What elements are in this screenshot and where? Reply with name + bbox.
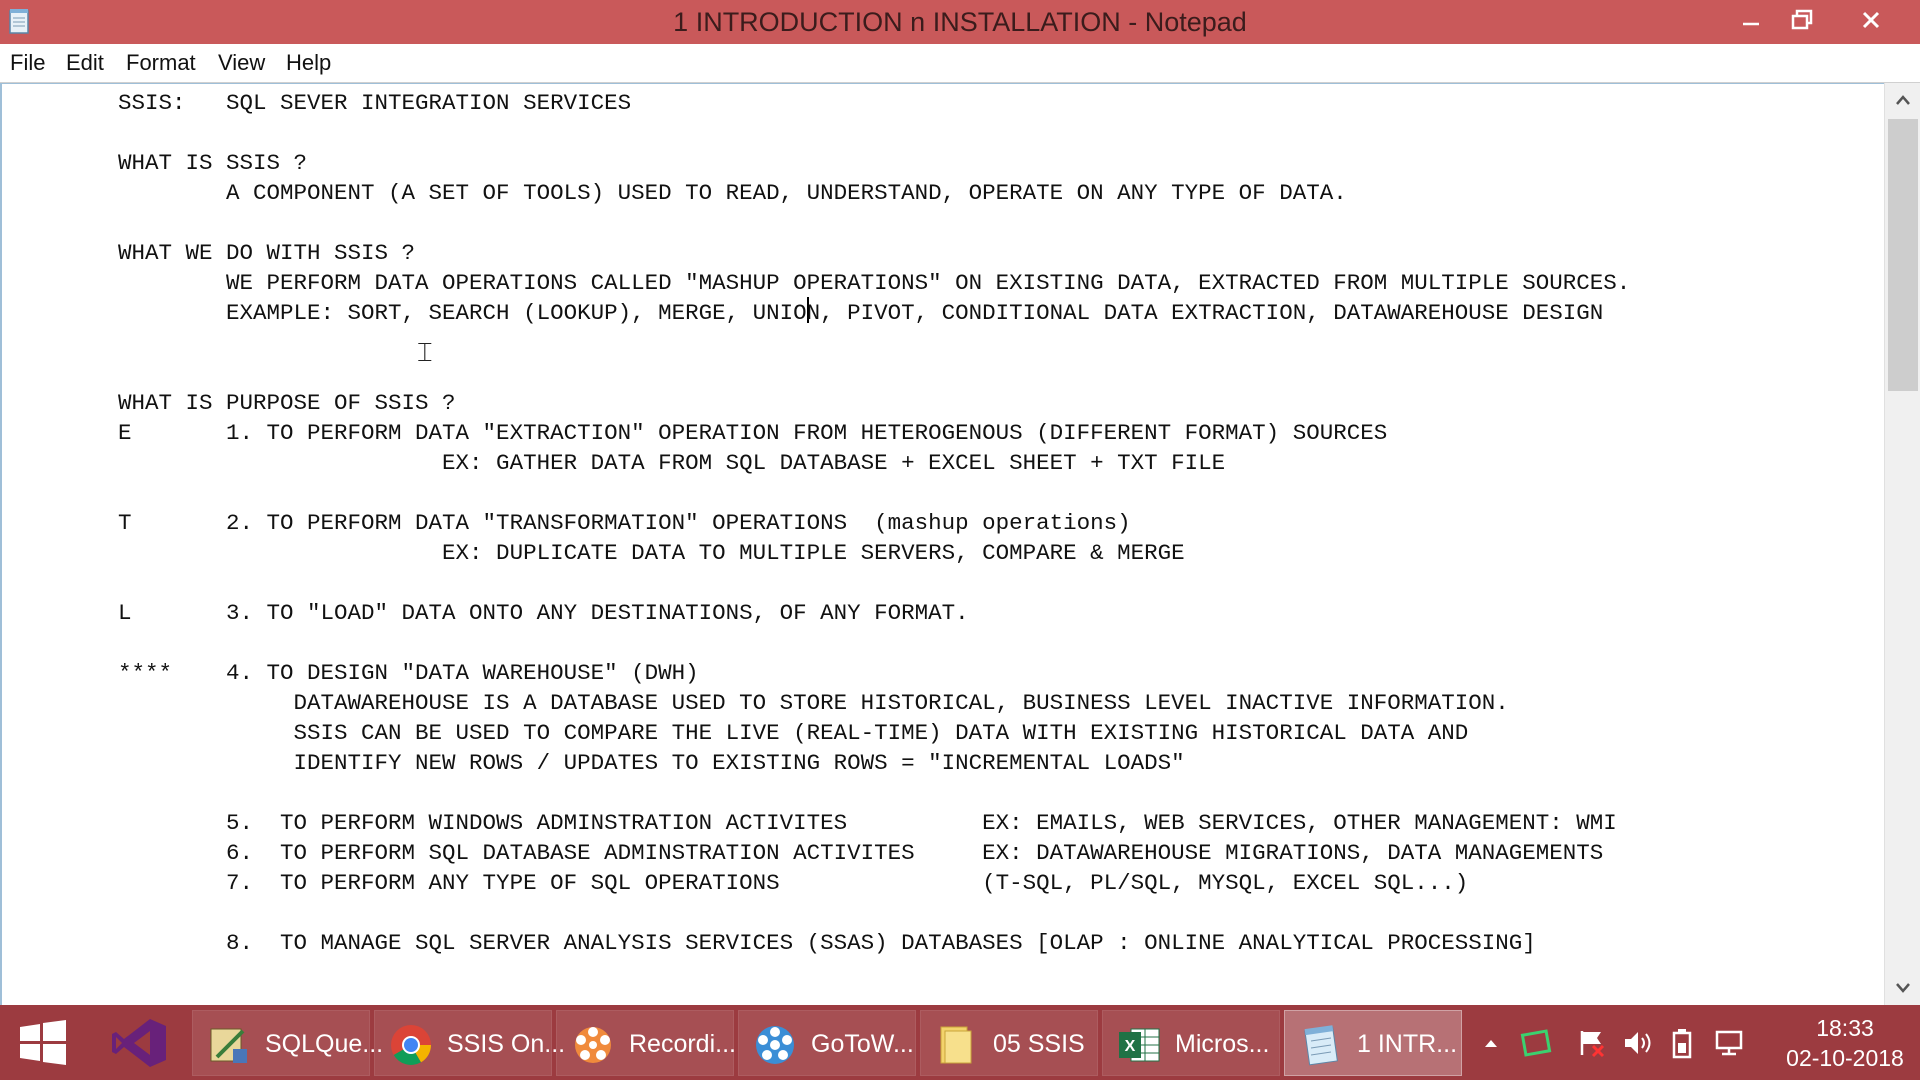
sql-query-icon xyxy=(210,1028,247,1063)
menu-view[interactable]: View xyxy=(216,44,267,82)
document-line: A COMPONENT (A SET OF TOOLS) USED TO REA… xyxy=(118,180,1347,206)
taskbar-item-recording[interactable]: Recordi... xyxy=(556,1010,736,1076)
menu-help[interactable]: Help xyxy=(284,44,333,82)
notepad-icon xyxy=(1304,1025,1338,1066)
document-line: WHAT WE DO WITH SSIS ? xyxy=(118,240,416,266)
visual-studio-icon xyxy=(112,1019,166,1067)
taskbar-item-chrome[interactable]: SSIS On... xyxy=(374,1010,565,1076)
taskbar-item-gotowebinar[interactable]: GoToW... xyxy=(738,1010,916,1076)
taskbar-label: GoToW... xyxy=(811,1030,914,1058)
clock-date: 02-10-2018 xyxy=(1786,1045,1904,1071)
taskbar-label: Recordi... xyxy=(629,1030,736,1058)
taskbar-label: 1 INTR... xyxy=(1357,1030,1458,1058)
taskbar-label: SSIS On... xyxy=(447,1030,566,1058)
power-button[interactable] xyxy=(1664,1005,1704,1080)
document-line: WHAT IS SSIS ? xyxy=(118,150,308,176)
restore-icon xyxy=(1791,9,1813,30)
document-line: EX: GATHER DATA FROM SQL DATABASE + EXCE… xyxy=(118,450,1226,476)
menu-file[interactable]: File xyxy=(8,44,47,82)
chevron-down-icon xyxy=(1896,983,1910,993)
taskbar-clock[interactable]: 18:33 02-10-2018 xyxy=(1780,1013,1910,1073)
taskbar-item-folder[interactable]: 05 SSIS xyxy=(920,1010,1098,1076)
menu-format[interactable]: Format xyxy=(124,44,198,82)
network-icon xyxy=(1715,1030,1743,1055)
document-text[interactable]: SSIS: SQL SEVER INTEGRATION SERVICES WHA… xyxy=(118,88,1630,958)
document-line: 8. TO MANAGE SQL SERVER ANALYSIS SERVICE… xyxy=(118,930,1536,956)
taskbar-item-sql-query[interactable]: SQLQue... xyxy=(192,1010,383,1076)
scroll-down-button[interactable] xyxy=(1885,971,1920,1005)
document-line: EX: DUPLICATE DATA TO MULTIPLE SERVERS, … xyxy=(118,540,1185,566)
chevron-up-icon xyxy=(1485,1039,1497,1047)
scrollbar-thumb[interactable] xyxy=(1888,119,1918,391)
document-line: 6. TO PERFORM SQL DATABASE ADMINSTRATION… xyxy=(118,840,1604,866)
tray-app-button[interactable] xyxy=(1516,1005,1556,1080)
chevron-up-icon xyxy=(1896,95,1910,105)
recording-icon xyxy=(575,1027,611,1063)
start-button[interactable] xyxy=(14,1019,72,1067)
text-editor[interactable]: SSIS: SQL SEVER INTEGRATION SERVICES WHA… xyxy=(0,83,1886,1006)
taskbar-label: Micros... xyxy=(1175,1030,1270,1058)
minimize-button[interactable] xyxy=(1728,0,1774,40)
document-line: DATAWAREHOUSE IS A DATABASE USED TO STOR… xyxy=(118,690,1509,716)
windows-logo-icon xyxy=(20,1020,66,1065)
document-line: SSIS: SQL SEVER INTEGRATION SERVICES xyxy=(118,90,632,116)
document-line: **** 4. TO DESIGN "DATA WAREHOUSE" (DWH) xyxy=(118,660,699,686)
folder-icon xyxy=(940,1026,972,1064)
text-caret xyxy=(807,297,809,323)
taskbar: SQLQue... SSIS On... Recordi... GoToW...… xyxy=(0,1005,1920,1080)
close-button[interactable] xyxy=(1848,0,1894,40)
chrome-icon xyxy=(391,1025,431,1065)
document-line: L 3. TO "LOAD" DATA ONTO ANY DESTINATION… xyxy=(118,600,969,626)
menu-edit[interactable]: Edit xyxy=(64,44,106,82)
volume-button[interactable] xyxy=(1618,1005,1658,1080)
window-title: 1 INTRODUCTION n INSTALLATION - Notepad xyxy=(673,7,1247,37)
taskbar-item-notepad[interactable]: 1 INTR... xyxy=(1284,1010,1462,1076)
camtasia-tray-icon xyxy=(1520,1028,1552,1057)
clock-time: 18:33 xyxy=(1816,1015,1874,1041)
scroll-up-button[interactable] xyxy=(1885,83,1920,117)
taskbar-label: 05 SSIS xyxy=(993,1030,1085,1058)
close-icon xyxy=(1862,11,1880,29)
svg-text:X: X xyxy=(1125,1038,1136,1055)
document-line: T 2. TO PERFORM DATA "TRANSFORMATION" OP… xyxy=(118,510,1131,536)
menu-bar: File Edit Format View Help xyxy=(0,44,1920,83)
excel-icon: X xyxy=(1119,1028,1160,1062)
network-button[interactable] xyxy=(1710,1005,1750,1080)
document-line: 7. TO PERFORM ANY TYPE OF SQL OPERATIONS… xyxy=(118,870,1469,896)
taskbar-label: SQLQue... xyxy=(265,1030,384,1058)
title-bar[interactable]: 1 INTRODUCTION n INSTALLATION - Notepad xyxy=(0,0,1920,44)
document-line: WHAT IS PURPOSE OF SSIS ? xyxy=(118,390,456,416)
document-line: E 1. TO PERFORM DATA "EXTRACTION" OPERAT… xyxy=(118,420,1388,446)
gotowebinar-icon xyxy=(756,1026,794,1064)
visual-studio-pinned-button[interactable] xyxy=(104,1011,174,1075)
action-center-button[interactable] xyxy=(1572,1005,1612,1080)
battery-icon xyxy=(1672,1028,1692,1058)
minimize-icon xyxy=(1743,22,1759,26)
document-line: SSIS CAN BE USED TO COMPARE THE LIVE (RE… xyxy=(118,720,1469,746)
show-hidden-icons-button[interactable] xyxy=(1474,1005,1508,1080)
vertical-scrollbar[interactable] xyxy=(1884,83,1920,1005)
document-line: WE PERFORM DATA OPERATIONS CALLED "MASHU… xyxy=(118,270,1631,296)
document-line: 5. TO PERFORM WINDOWS ADMINSTRATION ACTI… xyxy=(118,810,1617,836)
speaker-icon xyxy=(1625,1031,1651,1054)
flag-icon xyxy=(1580,1030,1605,1057)
restore-button[interactable] xyxy=(1780,0,1826,40)
document-line: IDENTIFY NEW ROWS / UPDATES TO EXISTING … xyxy=(118,750,1185,776)
ibeam-cursor-icon: ⌶ xyxy=(417,338,433,368)
document-line: EXAMPLE: SORT, SEARCH (LOOKUP), MERGE, U… xyxy=(118,300,1604,326)
taskbar-item-excel[interactable]: X Micros... xyxy=(1102,1010,1280,1076)
